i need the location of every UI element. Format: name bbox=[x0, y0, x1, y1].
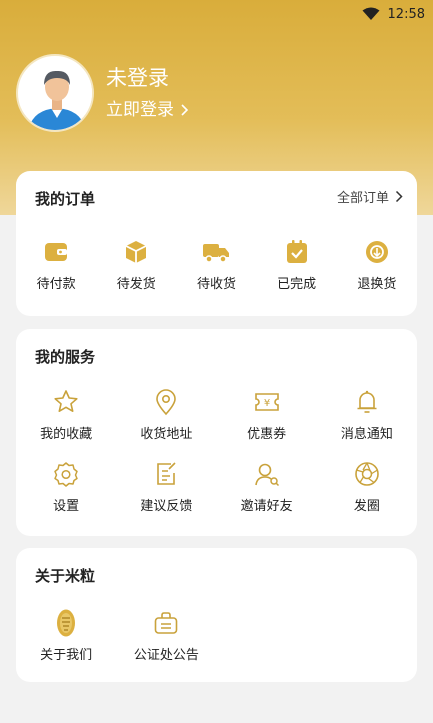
service-label: 邀请好友 bbox=[240, 499, 293, 514]
orders-row: 待付款 待发货 待收货 已完成 退换货 bbox=[16, 237, 417, 292]
shutter-icon bbox=[352, 459, 382, 489]
return-icon bbox=[362, 237, 392, 267]
order-item-pending-payment[interactable]: 待付款 bbox=[16, 237, 96, 292]
about-card: 关于米粒 关于我们 公证处公告 bbox=[16, 548, 417, 682]
star-icon bbox=[51, 387, 81, 417]
service-notifications[interactable]: 消息通知 bbox=[317, 387, 417, 442]
coupon-icon: ¥ bbox=[252, 387, 282, 417]
location-pin-icon bbox=[151, 387, 181, 417]
all-orders-link[interactable]: 全部订单 bbox=[337, 187, 403, 206]
login-link[interactable]: 立即登录 bbox=[106, 97, 189, 123]
service-favorites[interactable]: 我的收藏 bbox=[16, 387, 116, 442]
truck-icon bbox=[201, 237, 231, 267]
service-feedback[interactable]: 建议反馈 bbox=[116, 459, 216, 514]
service-label: 发圈 bbox=[353, 499, 380, 514]
invite-friend-icon bbox=[252, 459, 282, 489]
order-item-completed[interactable]: 已完成 bbox=[257, 237, 337, 292]
rice-grain-logo-icon bbox=[51, 608, 81, 638]
svg-text:¥: ¥ bbox=[263, 398, 269, 409]
order-item-label: 待付款 bbox=[36, 277, 76, 292]
order-item-returns[interactable]: 退换货 bbox=[337, 237, 417, 292]
order-item-pending-receipt[interactable]: 待收货 bbox=[176, 237, 256, 292]
service-invite-friends[interactable]: 邀请好友 bbox=[217, 459, 317, 514]
services-row-1: 我的收藏 收货地址 ¥ 优惠券 消息通知 bbox=[16, 387, 417, 442]
profile-section[interactable]: 未登录 立即登录 bbox=[16, 54, 189, 132]
orders-card: 我的订单 全部订单 待付款 待发货 待收货 已完成 退换货 bbox=[16, 171, 417, 316]
gear-icon bbox=[51, 459, 81, 489]
about-label: 公证处公告 bbox=[133, 648, 199, 663]
chevron-right-icon bbox=[395, 190, 403, 203]
all-orders-label[interactable]: 全部订单 bbox=[337, 187, 389, 206]
user-avatar-icon bbox=[19, 57, 92, 130]
service-label: 收货地址 bbox=[140, 427, 193, 442]
about-us-item[interactable]: 关于我们 bbox=[16, 608, 116, 663]
service-label: 建议反馈 bbox=[140, 499, 193, 514]
about-label: 关于我们 bbox=[40, 648, 93, 663]
services-title: 我的服务 bbox=[35, 348, 96, 366]
wifi-icon bbox=[362, 7, 380, 20]
service-coupons[interactable]: ¥ 优惠券 bbox=[217, 387, 317, 442]
services-row-2: 设置 建议反馈 邀请好友 发圈 bbox=[16, 459, 417, 514]
chevron-right-icon bbox=[181, 103, 189, 116]
username: 未登录 bbox=[106, 65, 169, 90]
check-box-icon bbox=[282, 237, 312, 267]
about-title: 关于米粒 bbox=[35, 567, 96, 585]
service-settings[interactable]: 设置 bbox=[16, 459, 116, 514]
bell-icon bbox=[352, 387, 382, 417]
service-label: 优惠券 bbox=[247, 427, 287, 442]
login-link-label[interactable]: 立即登录 bbox=[106, 97, 174, 123]
order-item-label: 已完成 bbox=[277, 277, 317, 292]
service-label: 消息通知 bbox=[340, 427, 393, 442]
about-row: 关于我们 公证处公告 bbox=[16, 608, 417, 663]
services-card: 我的服务 我的收藏 收货地址 ¥ 优惠券 消息通知 设置 建议反馈 邀请好友 发… bbox=[16, 329, 417, 536]
notice-bag-icon bbox=[151, 608, 181, 638]
status-bar: 12:58 bbox=[362, 4, 425, 24]
avatar[interactable] bbox=[16, 54, 94, 132]
service-label: 我的收藏 bbox=[40, 427, 93, 442]
status-time: 12:58 bbox=[387, 6, 425, 22]
order-item-label: 退换货 bbox=[357, 277, 397, 292]
order-item-label: 待收货 bbox=[196, 277, 236, 292]
box-icon bbox=[121, 237, 151, 267]
order-item-pending-shipment[interactable]: 待发货 bbox=[96, 237, 176, 292]
orders-title: 我的订单 bbox=[35, 190, 96, 208]
notary-notice-item[interactable]: 公证处公告 bbox=[116, 608, 216, 663]
feedback-icon bbox=[151, 459, 181, 489]
service-address[interactable]: 收货地址 bbox=[116, 387, 216, 442]
wallet-icon bbox=[41, 237, 71, 267]
service-label: 设置 bbox=[53, 499, 80, 514]
service-share-moments[interactable]: 发圈 bbox=[317, 459, 417, 514]
order-item-label: 待发货 bbox=[116, 277, 156, 292]
